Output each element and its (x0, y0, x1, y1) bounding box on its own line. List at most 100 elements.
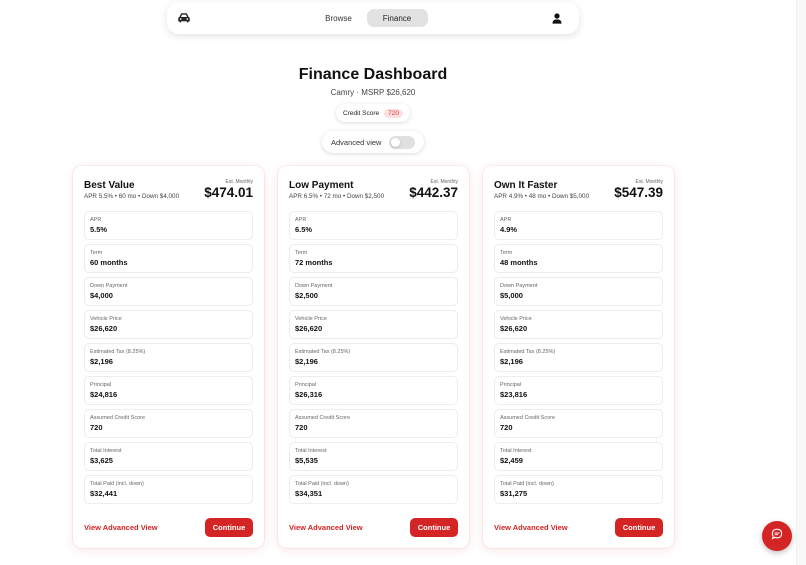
field-box: Estimated Tax (8.25%) $2,196 (289, 343, 458, 372)
tab-finance[interactable]: Finance (366, 9, 428, 27)
field-box: Down Payment $4,000 (84, 277, 253, 306)
field-label: Estimated Tax (8.25%) (295, 349, 351, 355)
continue-button[interactable]: Continue (205, 518, 253, 537)
field-box: Total Interest $5,535 (289, 442, 458, 471)
plan-name: Best Value (84, 180, 135, 191)
view-advanced-link[interactable]: View Advanced View (84, 523, 158, 532)
switch-knob (391, 137, 401, 147)
field-value: $3,625 (90, 456, 113, 465)
field-label: Total Paid (incl. down) (90, 481, 144, 487)
field-value: 48 months (500, 258, 538, 267)
field-label: Term (500, 250, 513, 256)
field-box: Term 48 months (494, 244, 663, 273)
field-label: Assumed Credit Score (90, 415, 146, 421)
chat-button[interactable] (762, 521, 792, 551)
field-label: Vehicle Price (295, 316, 327, 322)
field-box: Principal $26,316 (289, 376, 458, 405)
est-monthly-value: $547.39 (614, 185, 663, 200)
nav-tabs: Browse Finance (315, 9, 428, 27)
view-advanced-link[interactable]: View Advanced View (494, 523, 568, 532)
car-icon[interactable] (177, 12, 191, 24)
field-box: Principal $23,816 (494, 376, 663, 405)
field-value: $5,000 (500, 291, 523, 300)
field-value: $26,620 (90, 324, 118, 333)
field-label: Down Payment (500, 283, 538, 289)
view-advanced-link[interactable]: View Advanced View (289, 523, 363, 532)
field-label: APR (295, 217, 307, 223)
field-label: APR (500, 217, 512, 223)
field-label: Vehicle Price (500, 316, 532, 322)
credit-score-badge: 720 (384, 108, 403, 118)
advanced-view-toggle-row: Advanced view (322, 131, 424, 153)
field-value: $5,535 (295, 456, 318, 465)
field-label: Total Interest (500, 448, 532, 454)
plan-name: Low Payment (289, 180, 354, 191)
field-label: Principal (295, 382, 317, 388)
field-label: Total Interest (295, 448, 327, 454)
field-box: Total Paid (incl. down) $34,351 (289, 475, 458, 504)
top-nav: Browse Finance (167, 2, 579, 34)
field-value: $2,196 (500, 357, 523, 366)
field-value: $32,441 (90, 489, 118, 498)
credit-score-label: Credit Score (343, 109, 380, 117)
advanced-view-switch[interactable] (389, 135, 416, 149)
field-box: Total Interest $2,459 (494, 442, 663, 471)
user-icon[interactable] (551, 12, 563, 24)
field-label: Term (90, 250, 103, 256)
field-box: Assumed Credit Score 720 (494, 409, 663, 438)
field-box: APR 5.5% (84, 211, 253, 240)
field-box: Assumed Credit Score 720 (289, 409, 458, 438)
field-value: 4.9% (500, 225, 518, 234)
field-box: Vehicle Price $26,620 (84, 310, 253, 339)
field-value: 60 months (90, 258, 128, 267)
plan-fields: APR 5.5% Term 60 months Down Payment $4,000 Ve… (84, 211, 253, 504)
field-label: Assumed Credit Score (295, 415, 351, 421)
field-label: Down Payment (90, 283, 128, 289)
field-box: Principal $24,816 (84, 376, 253, 405)
plan-card: Best Value APR 5.5% • 60 mo • Down $4,000… (73, 166, 264, 548)
plan-terms: APR 4.9% • 48 mo • Down $5,000 (494, 193, 590, 200)
field-box: Down Payment $5,000 (494, 277, 663, 306)
tab-browse[interactable]: Browse (315, 9, 363, 27)
credit-score-pill: Credit Score 720 (336, 104, 410, 122)
field-value: $26,620 (295, 324, 323, 333)
plan-card: Own It Faster APR 4.9% • 48 mo • Down $5,… (483, 166, 674, 548)
field-value: $2,500 (295, 291, 318, 300)
page-title: Finance Dashboard (298, 66, 448, 83)
field-box: Estimated Tax (8.25%) $2,196 (494, 343, 663, 372)
field-value: 6.5% (295, 225, 313, 234)
plan-fields: APR 6.5% Term 72 months Down Payment $2,500 Ve… (289, 211, 458, 504)
est-monthly-value: $474.01 (204, 185, 253, 200)
page-subtitle: Camry · MSRP $26,620 (330, 88, 416, 97)
plan-terms: APR 6.5% • 72 mo • Down $2,500 (289, 193, 385, 200)
field-value: $2,196 (295, 357, 318, 366)
continue-button[interactable]: Continue (615, 518, 663, 537)
plan-card: Low Payment APR 6.5% • 72 mo • Down $2,50… (278, 166, 469, 548)
field-label: Assumed Credit Score (500, 415, 556, 421)
field-value: $23,816 (500, 390, 528, 399)
est-monthly-value: $442.37 (409, 185, 458, 200)
advanced-view-label: Advanced view (331, 137, 382, 147)
field-value: $24,816 (90, 390, 118, 399)
field-box: Down Payment $2,500 (289, 277, 458, 306)
page-scrollbar[interactable] (796, 0, 806, 565)
field-value: 72 months (295, 258, 333, 267)
field-label: Total Paid (incl. down) (295, 481, 349, 487)
plan-fields: APR 4.9% Term 48 months Down Payment $5,000 Ve… (494, 211, 663, 504)
field-box: Total Paid (incl. down) $31,275 (494, 475, 663, 504)
field-value: 720 (500, 423, 513, 432)
field-box: Term 72 months (289, 244, 458, 273)
field-box: APR 4.9% (494, 211, 663, 240)
field-label: Total Paid (incl. down) (500, 481, 554, 487)
field-box: Assumed Credit Score 720 (84, 409, 253, 438)
field-value: $26,316 (295, 390, 323, 399)
field-box: Term 60 months (84, 244, 253, 273)
field-box: Vehicle Price $26,620 (289, 310, 458, 339)
field-label: Principal (500, 382, 522, 388)
field-box: APR 6.5% (289, 211, 458, 240)
plan-terms: APR 5.5% • 60 mo • Down $4,000 (84, 193, 180, 200)
field-label: Term (295, 250, 308, 256)
field-box: Vehicle Price $26,620 (494, 310, 663, 339)
plan-name: Own It Faster (494, 180, 558, 191)
continue-button[interactable]: Continue (410, 518, 458, 537)
